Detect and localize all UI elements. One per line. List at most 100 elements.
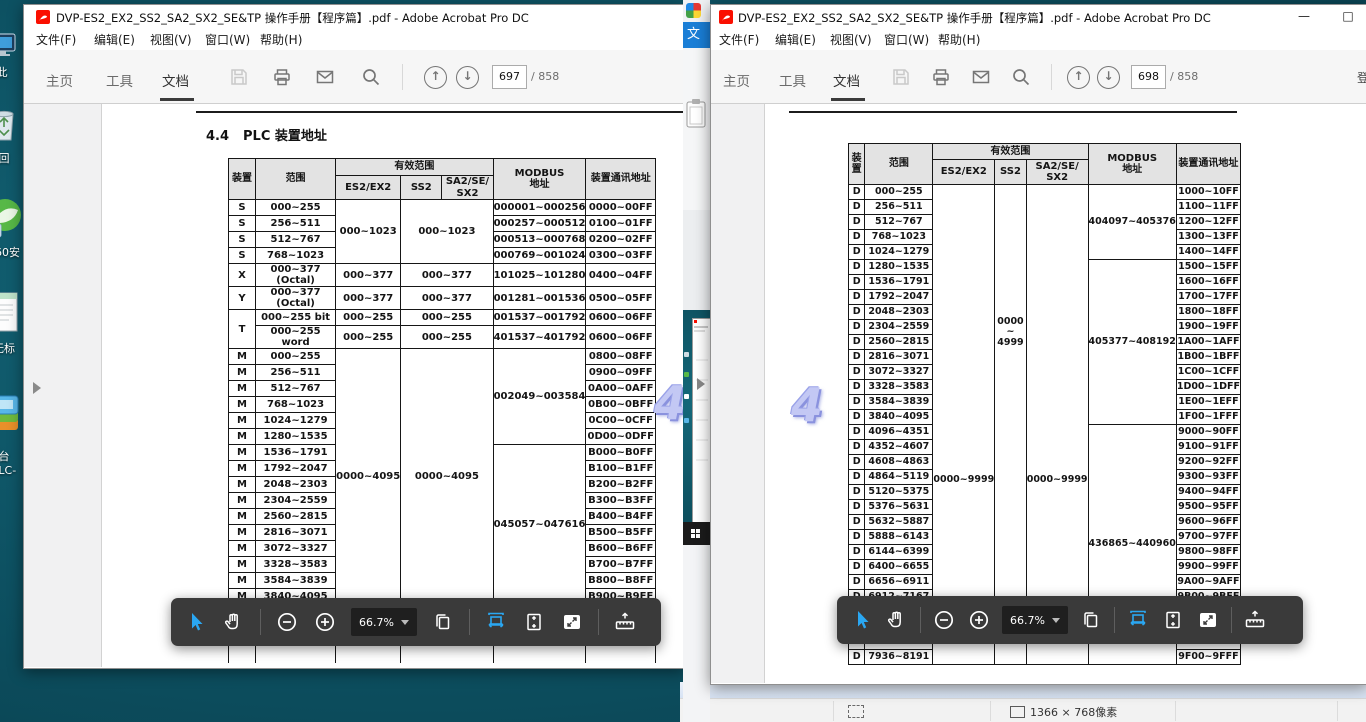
table-cell: 404097~405376 — [1088, 185, 1176, 260]
zoom-level-dropdown[interactable]: 66.7% — [351, 608, 417, 636]
email-icon[interactable] — [315, 67, 335, 91]
fit-page-icon[interactable] — [1161, 605, 1185, 635]
select-tool-icon[interactable] — [850, 605, 874, 635]
zoom-level-value: 66.7% — [359, 616, 394, 629]
tab-tools[interactable]: 工具 — [779, 70, 806, 90]
tab-home[interactable]: 主页 — [723, 70, 750, 90]
menu-view[interactable]: 视图(V) — [150, 31, 192, 48]
table-cell: D — [849, 455, 865, 470]
menu-file[interactable]: 文件(F) — [36, 31, 76, 48]
table-cell: 0D00~0DFF — [586, 429, 656, 445]
table-cell: 3584~3839 — [865, 395, 933, 410]
pdf-file-icon — [719, 10, 733, 24]
thumb-icon — [684, 372, 689, 377]
title-bar[interactable]: DVP-ES2_EX2_SS2_SA2_SX2_SE&TP 操作手册【程序篇】.… — [711, 5, 1366, 28]
paint-ribbon: 粘 — [683, 48, 710, 210]
table-cell: D — [849, 350, 865, 365]
tab-document[interactable]: 文档 — [162, 70, 189, 90]
toolbar-separator — [1051, 64, 1052, 90]
search-icon[interactable] — [361, 67, 381, 91]
pdf-file-icon — [36, 10, 50, 24]
chevron-down-icon — [1052, 618, 1060, 623]
table-cell: 7936~8191 — [865, 650, 933, 665]
page-number-input[interactable]: 698 — [1131, 65, 1166, 89]
menu-window[interactable]: 窗口(W) — [205, 31, 250, 48]
table-cell: 1024~1279 — [255, 413, 335, 429]
email-icon[interactable] — [971, 67, 991, 91]
previous-page-button[interactable]: ↑ — [1067, 66, 1090, 89]
status-divider — [1175, 701, 1176, 721]
menu-help[interactable]: 帮助(H) — [938, 31, 980, 48]
page-thumbnails-icon[interactable] — [1079, 605, 1103, 635]
table-cell: D — [849, 290, 865, 305]
print-icon[interactable] — [272, 67, 292, 91]
table-cell: M — [229, 493, 256, 509]
search-icon[interactable] — [1011, 67, 1031, 91]
menu-edit[interactable]: 编辑(E) — [94, 31, 135, 48]
fit-page-icon[interactable] — [522, 607, 546, 637]
menu-edit[interactable]: 编辑(E) — [775, 31, 816, 48]
minimize-button[interactable]: — — [1289, 5, 1319, 28]
table-cell: D — [849, 260, 865, 275]
menu-help[interactable]: 帮助(H) — [260, 31, 302, 48]
table-cell: 512~767 — [255, 232, 335, 248]
menu-window[interactable]: 窗口(W) — [884, 31, 929, 48]
measure-tool-icon[interactable] — [613, 607, 637, 637]
table-cell: 1280~1535 — [865, 260, 933, 275]
section-heading: 4.4PLC 装置地址 — [206, 125, 327, 144]
table-cell: 000~255 — [336, 310, 401, 326]
page-number-input[interactable]: 697 — [492, 65, 527, 89]
table-cell: 4352~4607 — [865, 440, 933, 455]
maximize-button[interactable]: □ — [1333, 5, 1363, 28]
page-thumbnails-icon[interactable] — [431, 607, 455, 637]
table-cell: B600~B6FF — [586, 541, 656, 557]
save-icon[interactable] — [229, 67, 249, 91]
select-tool-icon[interactable] — [184, 607, 208, 637]
table-cell: D — [849, 305, 865, 320]
fullscreen-icon[interactable] — [1196, 605, 1220, 635]
sign-in-button-fragment[interactable]: 登 — [1357, 69, 1366, 86]
acrobat-toolbar: 主页 工具 文档 ↑ ↓ 698 / 858 登 — [711, 50, 1366, 104]
table-cell: 1024~1279 — [865, 245, 933, 260]
next-page-button[interactable]: ↓ — [1097, 66, 1120, 89]
nav-pane-toggle-arrow[interactable] — [33, 382, 41, 394]
fit-width-icon[interactable] — [1126, 605, 1150, 635]
table-cell: 0500~05FF — [586, 287, 656, 310]
previous-page-button[interactable]: ↑ — [424, 66, 447, 89]
measure-tool-icon[interactable] — [1243, 605, 1267, 635]
table-cell: 5888~6143 — [865, 530, 933, 545]
table-cell: 000~255 — [401, 326, 493, 349]
table-cell: 1F00~1FFF — [1176, 410, 1240, 425]
menu-file[interactable]: 文件(F) — [719, 31, 759, 48]
menu-view[interactable]: 视图(V) — [830, 31, 872, 48]
next-page-button[interactable]: ↓ — [456, 66, 479, 89]
table-cell: 9300~93FF — [1176, 470, 1240, 485]
plc-address-table: 装置范围有效范围MODBUS 地址装置通讯地址ES2/EX2SS2SA2/SE/… — [848, 143, 1241, 665]
zoom-level-dropdown[interactable]: 66.7% — [1002, 606, 1068, 634]
tab-tools[interactable]: 工具 — [106, 70, 133, 90]
hand-tool-icon[interactable] — [885, 605, 909, 635]
fit-width-icon[interactable] — [484, 607, 508, 637]
hand-tool-icon[interactable] — [222, 607, 246, 637]
zoom-in-icon[interactable] — [967, 605, 991, 635]
table-cell: ES2/EX2 — [933, 160, 995, 185]
zoom-in-icon[interactable] — [313, 607, 337, 637]
zoom-out-icon[interactable] — [932, 605, 956, 635]
menu-bar: 文件(F) 编辑(E) 视图(V) 窗口(W) 帮助(H) — [711, 28, 1366, 50]
fullscreen-icon[interactable] — [560, 607, 584, 637]
status-divider — [1337, 701, 1338, 721]
tab-document[interactable]: 文档 — [833, 70, 860, 90]
table-cell: D — [849, 215, 865, 230]
print-icon[interactable] — [931, 67, 951, 91]
paste-clipboard-icon[interactable] — [685, 98, 708, 128]
table-cell: 0800~08FF — [586, 349, 656, 365]
chapter-number-marker: 4 — [654, 376, 685, 430]
toolbar-divider — [598, 609, 599, 635]
save-icon[interactable] — [891, 67, 911, 91]
table-cell: B800~B8FF — [586, 573, 656, 589]
table-cell: B100~B1FF — [586, 461, 656, 477]
toolbar-divider — [260, 609, 261, 635]
title-bar[interactable]: DVP-ES2_EX2_SS2_SA2_SX2_SE&TP 操作手册【程序篇】.… — [24, 5, 684, 28]
zoom-out-icon[interactable] — [275, 607, 299, 637]
tab-home[interactable]: 主页 — [46, 70, 73, 90]
